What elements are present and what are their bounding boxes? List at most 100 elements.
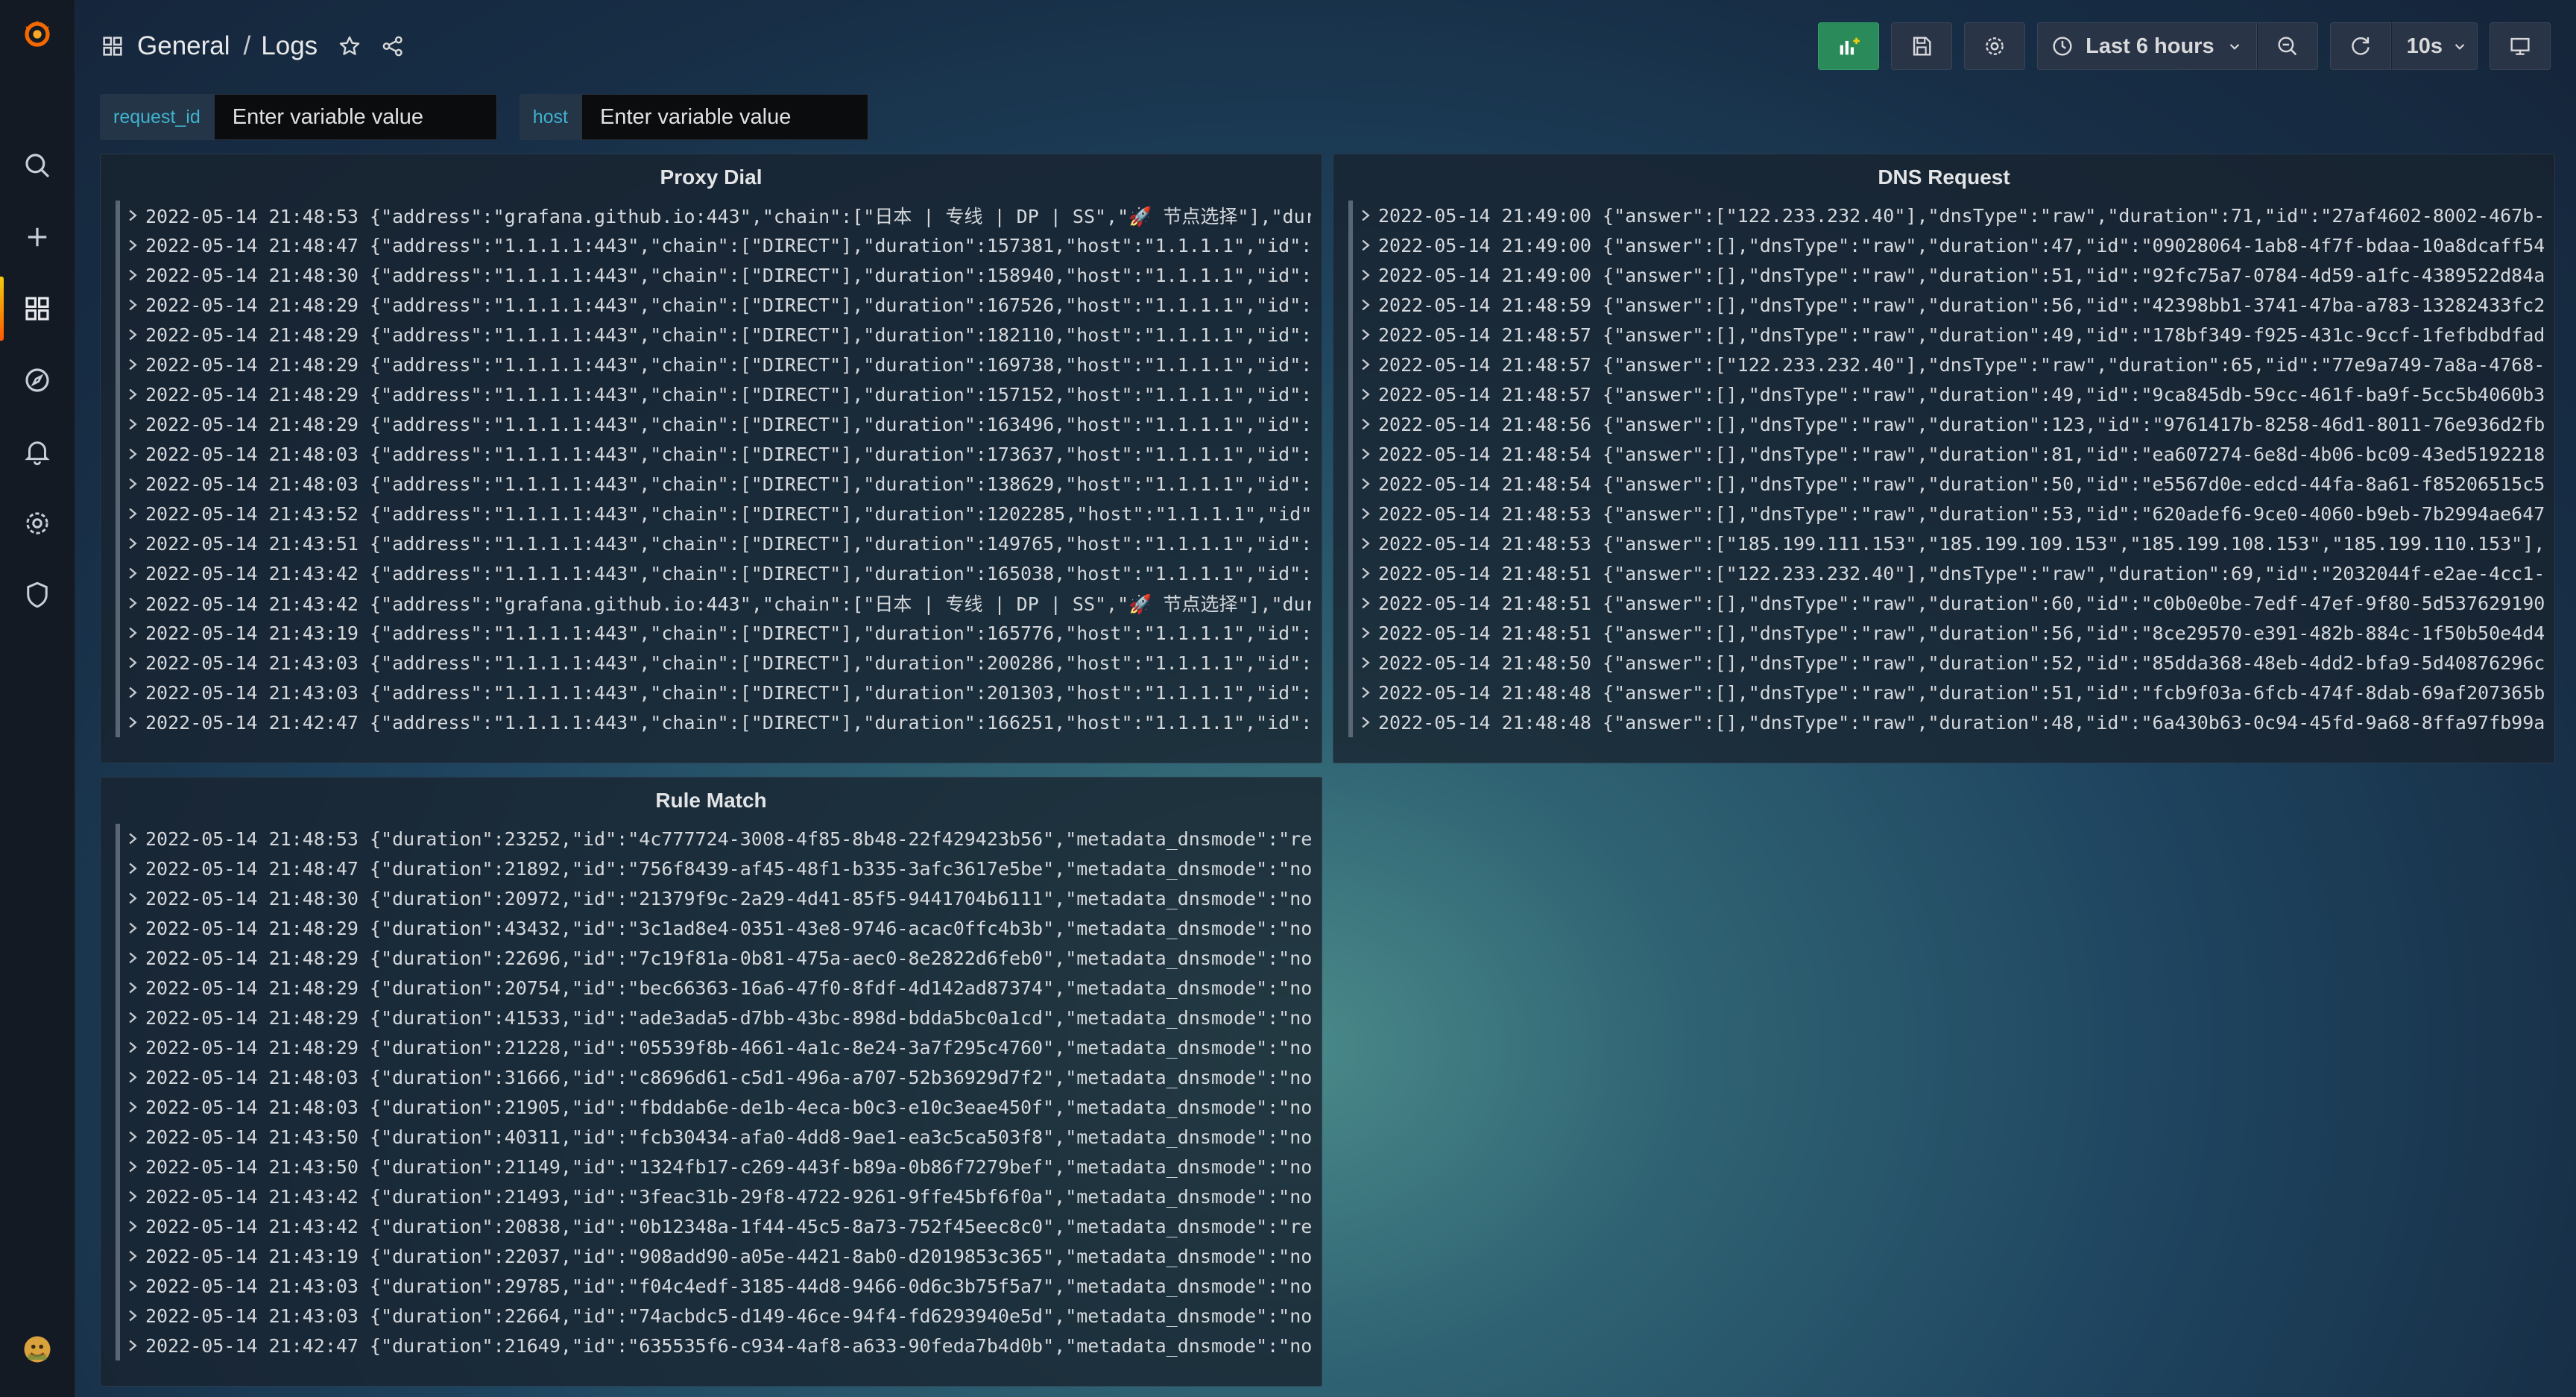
- log-row[interactable]: 2022-05-14 21:48:03 {"duration":21905,"i…: [116, 1092, 1311, 1122]
- log-row[interactable]: 2022-05-14 21:48:59 {"answer":[],"dnsTyp…: [1348, 290, 2544, 320]
- log-row[interactable]: 2022-05-14 21:48:47 {"address":"1.1.1.1:…: [116, 230, 1311, 260]
- log-row[interactable]: 2022-05-14 21:48:29 {"duration":21228,"i…: [116, 1032, 1311, 1062]
- chevron-right-icon[interactable]: [127, 682, 138, 704]
- log-row[interactable]: 2022-05-14 21:48:50 {"answer":[],"dnsTyp…: [1348, 648, 2544, 678]
- chevron-right-icon[interactable]: [127, 1097, 138, 1118]
- log-row[interactable]: 2022-05-14 21:43:42 {"duration":21493,"i…: [116, 1182, 1311, 1211]
- chevron-right-icon[interactable]: [127, 1246, 138, 1267]
- log-row[interactable]: 2022-05-14 21:48:53 {"answer":[],"dnsTyp…: [1348, 499, 2544, 529]
- log-row[interactable]: 2022-05-14 21:43:42 {"duration":20838,"i…: [116, 1211, 1311, 1241]
- chevron-right-icon[interactable]: [127, 444, 138, 465]
- log-row[interactable]: 2022-05-14 21:43:03 {"duration":29785,"i…: [116, 1271, 1311, 1301]
- chevron-right-icon[interactable]: [1360, 652, 1371, 674]
- chevron-right-icon[interactable]: [127, 563, 138, 584]
- time-range-picker[interactable]: Last 6 hours: [2037, 22, 2257, 70]
- chevron-right-icon[interactable]: [127, 414, 138, 435]
- log-row[interactable]: 2022-05-14 21:43:42 {"address":"grafana.…: [116, 588, 1311, 618]
- chevron-right-icon[interactable]: [1360, 324, 1371, 346]
- explore-compass-icon[interactable]: [19, 362, 55, 398]
- log-row[interactable]: 2022-05-14 21:43:03 {"address":"1.1.1.1:…: [116, 648, 1311, 678]
- log-row[interactable]: 2022-05-14 21:48:03 {"address":"1.1.1.1:…: [116, 439, 1311, 469]
- log-row[interactable]: 2022-05-14 21:48:30 {"duration":20972,"i…: [116, 883, 1311, 913]
- log-row[interactable]: 2022-05-14 21:48:48 {"answer":[],"dnsTyp…: [1348, 678, 2544, 707]
- log-row[interactable]: 2022-05-14 21:43:03 {"duration":22664,"i…: [116, 1301, 1311, 1331]
- log-row[interactable]: 2022-05-14 21:48:29 {"address":"1.1.1.1:…: [116, 409, 1311, 439]
- chevron-right-icon[interactable]: [1360, 622, 1371, 644]
- chevron-right-icon[interactable]: [127, 265, 138, 286]
- log-row[interactable]: 2022-05-14 21:48:53 {"duration":23252,"i…: [116, 824, 1311, 854]
- plus-icon[interactable]: [19, 219, 55, 255]
- chevron-right-icon[interactable]: [127, 593, 138, 614]
- configuration-gear-icon[interactable]: [19, 505, 55, 541]
- chevron-right-icon[interactable]: [1360, 444, 1371, 465]
- breadcrumb-folder[interactable]: General: [137, 31, 230, 61]
- log-row[interactable]: 2022-05-14 21:48:54 {"answer":[],"dnsTyp…: [1348, 469, 2544, 499]
- log-row[interactable]: 2022-05-14 21:48:29 {"address":"1.1.1.1:…: [116, 290, 1311, 320]
- chevron-right-icon[interactable]: [127, 354, 138, 376]
- user-avatar[interactable]: [19, 1331, 55, 1367]
- log-row[interactable]: 2022-05-14 21:43:19 {"address":"1.1.1.1:…: [116, 618, 1311, 648]
- panel-title[interactable]: Proxy Dial: [101, 154, 1322, 201]
- log-row[interactable]: 2022-05-14 21:43:51 {"address":"1.1.1.1:…: [116, 529, 1311, 558]
- dashboards-icon[interactable]: [19, 291, 55, 327]
- chevron-right-icon[interactable]: [127, 235, 138, 256]
- chevron-right-icon[interactable]: [1360, 235, 1371, 256]
- chevron-right-icon[interactable]: [127, 1126, 138, 1148]
- grafana-logo-icon[interactable]: [19, 16, 55, 52]
- alerting-bell-icon[interactable]: [19, 434, 55, 470]
- log-row[interactable]: 2022-05-14 21:48:57 {"answer":[],"dnsTyp…: [1348, 379, 2544, 409]
- log-row[interactable]: 2022-05-14 21:48:51 {"answer":[],"dnsTyp…: [1348, 588, 2544, 618]
- log-row[interactable]: 2022-05-14 21:42:47 {"duration":21649,"i…: [116, 1331, 1311, 1360]
- chevron-right-icon[interactable]: [127, 1156, 138, 1178]
- log-row[interactable]: 2022-05-14 21:48:53 {"answer":["185.199.…: [1348, 529, 2544, 558]
- log-row[interactable]: 2022-05-14 21:48:29 {"address":"1.1.1.1:…: [116, 379, 1311, 409]
- dashboard-title[interactable]: Logs: [261, 31, 318, 61]
- dashboard-settings-button[interactable]: [1964, 22, 2026, 70]
- chevron-right-icon[interactable]: [127, 888, 138, 909]
- chevron-right-icon[interactable]: [1360, 682, 1371, 704]
- chevron-right-icon[interactable]: [1360, 354, 1371, 376]
- log-row[interactable]: 2022-05-14 21:48:29 {"duration":20754,"i…: [116, 973, 1311, 1003]
- chevron-right-icon[interactable]: [127, 622, 138, 644]
- chevron-right-icon[interactable]: [127, 712, 138, 734]
- panel-title[interactable]: Rule Match: [101, 778, 1322, 824]
- chevron-right-icon[interactable]: [127, 324, 138, 346]
- chevron-right-icon[interactable]: [127, 205, 138, 227]
- log-row[interactable]: 2022-05-14 21:48:47 {"duration":21892,"i…: [116, 854, 1311, 883]
- chevron-right-icon[interactable]: [1360, 384, 1371, 406]
- chevron-right-icon[interactable]: [1360, 593, 1371, 614]
- log-row[interactable]: 2022-05-14 21:42:47 {"address":"1.1.1.1:…: [116, 707, 1311, 737]
- chevron-right-icon[interactable]: [127, 1037, 138, 1059]
- log-row[interactable]: 2022-05-14 21:48:03 {"address":"1.1.1.1:…: [116, 469, 1311, 499]
- save-dashboard-button[interactable]: [1891, 22, 1953, 70]
- chevron-right-icon[interactable]: [1360, 533, 1371, 555]
- chevron-right-icon[interactable]: [127, 1335, 138, 1357]
- search-icon[interactable]: [19, 148, 55, 183]
- log-row[interactable]: 2022-05-14 21:43:50 {"duration":21149,"i…: [116, 1152, 1311, 1182]
- chevron-right-icon[interactable]: [1360, 265, 1371, 286]
- chevron-right-icon[interactable]: [127, 1186, 138, 1208]
- log-row[interactable]: 2022-05-14 21:48:56 {"answer":[],"dnsTyp…: [1348, 409, 2544, 439]
- log-row[interactable]: 2022-05-14 21:48:57 {"answer":["122.233.…: [1348, 350, 2544, 379]
- log-row[interactable]: 2022-05-14 21:48:51 {"answer":[],"dnsTyp…: [1348, 618, 2544, 648]
- log-row[interactable]: 2022-05-14 21:43:52 {"address":"1.1.1.1:…: [116, 499, 1311, 529]
- zoom-out-button[interactable]: [2256, 22, 2318, 70]
- chevron-right-icon[interactable]: [127, 384, 138, 406]
- log-row[interactable]: 2022-05-14 21:49:00 {"answer":[],"dnsTyp…: [1348, 260, 2544, 290]
- log-row[interactable]: 2022-05-14 21:49:00 {"answer":[],"dnsTyp…: [1348, 230, 2544, 260]
- log-row[interactable]: 2022-05-14 21:48:53 {"address":"grafana.…: [116, 201, 1311, 230]
- star-icon[interactable]: [337, 34, 362, 59]
- chevron-right-icon[interactable]: [127, 947, 138, 969]
- chevron-right-icon[interactable]: [1360, 712, 1371, 734]
- chevron-right-icon[interactable]: [127, 533, 138, 555]
- chevron-right-icon[interactable]: [127, 1305, 138, 1327]
- chevron-right-icon[interactable]: [1360, 503, 1371, 525]
- chevron-right-icon[interactable]: [127, 1216, 138, 1237]
- chevron-right-icon[interactable]: [127, 652, 138, 674]
- chevron-right-icon[interactable]: [127, 473, 138, 495]
- log-row[interactable]: 2022-05-14 21:48:03 {"duration":31666,"i…: [116, 1062, 1311, 1092]
- log-row[interactable]: 2022-05-14 21:48:29 {"address":"1.1.1.1:…: [116, 350, 1311, 379]
- log-row[interactable]: 2022-05-14 21:48:48 {"answer":[],"dnsTyp…: [1348, 707, 2544, 737]
- log-row[interactable]: 2022-05-14 21:48:29 {"duration":43432,"i…: [116, 913, 1311, 943]
- log-row[interactable]: 2022-05-14 21:48:51 {"answer":["122.233.…: [1348, 558, 2544, 588]
